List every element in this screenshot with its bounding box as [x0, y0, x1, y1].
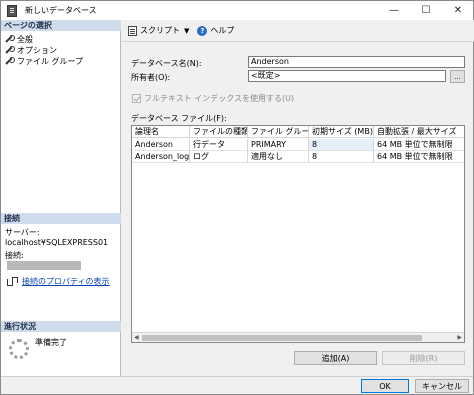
help-label: ヘルプ	[210, 26, 235, 35]
chevron-down-icon[interactable]: ▼	[184, 27, 189, 35]
column-header-initial-size[interactable]: 初期サイズ (MB)	[309, 126, 374, 138]
script-icon	[128, 25, 137, 36]
owner-label: 所有者(O):	[131, 73, 171, 82]
help-button[interactable]: ? ヘルプ	[197, 25, 234, 36]
window-title: 新しいデータベース	[25, 6, 97, 15]
connection-label: 接続:	[5, 251, 24, 260]
page-select-header: ページの選択	[1, 20, 121, 31]
grid-header-row: 論理名 ファイルの種類 ファイル グループ 初期サイズ (MB) 自動拡張 / …	[132, 126, 464, 138]
wrench-icon	[5, 56, 15, 66]
help-icon: ?	[197, 25, 208, 36]
cell-logical-name[interactable]: Anderson	[132, 139, 190, 151]
cell-initial-size[interactable]: 8	[309, 139, 374, 151]
progress-status: 準備完了	[35, 338, 67, 347]
cell-file-type[interactable]: ログ	[190, 151, 248, 163]
remove-button[interactable]: 削除(R)	[382, 351, 465, 365]
database-icon	[7, 4, 17, 17]
progress-header: 進行状況	[1, 321, 121, 332]
progress-spinner-icon	[9, 339, 29, 359]
cell-file-type[interactable]: 行データ	[190, 139, 248, 151]
maximize-button[interactable]: ☐	[411, 1, 441, 20]
page-item-general[interactable]: 全般	[5, 34, 33, 44]
column-header-autogrowth[interactable]: 自動拡張 / 最大サイズ	[374, 126, 464, 138]
link-icon	[7, 277, 18, 286]
fulltext-label: フルテキスト インデックスを使用する(U)	[144, 94, 295, 103]
table-row[interactable]: Anderson_log ログ 適用なし 8 64 MB 単位で無制限	[132, 151, 464, 163]
server-label: サーバー:	[5, 228, 40, 237]
scroll-left-icon[interactable]: ◀	[134, 334, 139, 341]
db-files-label: データベース ファイル(F):	[131, 114, 227, 123]
left-pane: ページの選択 全般 オプション ファイル グループ 接続 サーバー: local…	[1, 20, 121, 376]
page-item-label: ファイル グループ	[17, 56, 84, 66]
connection-properties-label[interactable]: 接続のプロパティの表示	[22, 276, 110, 287]
cell-logical-name[interactable]: Anderson_log	[132, 151, 190, 163]
column-header-filegroup[interactable]: ファイル グループ	[248, 126, 309, 138]
cell-filegroup[interactable]: PRIMARY	[248, 139, 309, 151]
page-item-label: オプション	[17, 45, 57, 55]
wrench-icon	[5, 34, 15, 44]
cell-initial-size[interactable]: 8	[309, 151, 374, 163]
page-item-label: 全般	[17, 34, 33, 44]
table-row[interactable]: Anderson 行データ PRIMARY 8 64 MB 単位で無制限	[132, 139, 464, 151]
database-files-grid[interactable]: 論理名 ファイルの種類 ファイル グループ 初期サイズ (MB) 自動拡張 / …	[131, 125, 465, 343]
server-value: localhost¥SQLEXPRESS01	[5, 238, 109, 247]
owner-browse-button[interactable]: ...	[450, 70, 465, 83]
ok-button[interactable]: OK	[361, 379, 409, 393]
db-name-label: データベース名(N):	[131, 59, 202, 68]
connection-header: 接続	[1, 213, 121, 224]
toolbar: スクリプト ▼ ? ヘルプ	[122, 20, 474, 42]
page-item-options[interactable]: オプション	[5, 45, 57, 55]
scroll-right-icon[interactable]: ▶	[457, 334, 462, 341]
cancel-button[interactable]: キャンセル	[415, 379, 469, 393]
add-button[interactable]: 追加(A)	[294, 351, 377, 365]
connection-value-redacted	[7, 261, 81, 270]
fulltext-checkbox-row: フルテキスト インデックスを使用する(U)	[132, 93, 294, 104]
db-name-input[interactable]: Anderson	[248, 56, 465, 68]
title-bar: 新しいデータベース — ☐ ✕	[1, 1, 473, 20]
horizontal-scrollbar[interactable]: ◀ ▶	[132, 332, 464, 342]
owner-input[interactable]: <既定>	[248, 70, 446, 82]
scrollbar-thumb[interactable]	[142, 335, 422, 341]
page-item-filegroups[interactable]: ファイル グループ	[5, 56, 83, 66]
cell-autogrowth[interactable]: 64 MB 単位で無制限	[374, 151, 464, 163]
minimize-button[interactable]: —	[379, 1, 409, 20]
cell-filegroup[interactable]: 適用なし	[248, 151, 309, 163]
cell-autogrowth[interactable]: 64 MB 単位で無制限	[374, 139, 464, 151]
script-label: スクリプト	[140, 26, 180, 35]
close-button[interactable]: ✕	[443, 1, 473, 20]
column-header-logical-name[interactable]: 論理名	[132, 126, 190, 138]
fulltext-checkbox[interactable]	[132, 94, 141, 103]
new-database-dialog: 新しいデータベース — ☐ ✕ ページの選択 全般 オプション ファイル グルー…	[0, 0, 474, 395]
column-header-file-type[interactable]: ファイルの種類	[190, 126, 248, 138]
wrench-icon	[5, 45, 15, 55]
script-button[interactable]: スクリプト ▼	[128, 25, 189, 36]
connection-properties-link[interactable]: 接続のプロパティの表示	[7, 276, 110, 287]
